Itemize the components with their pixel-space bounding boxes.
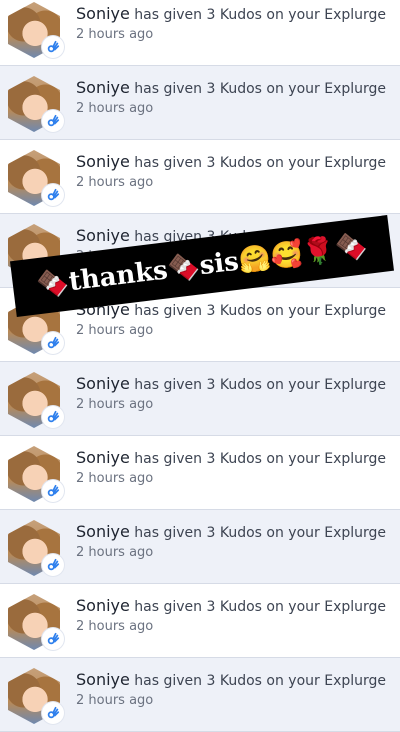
- ok-hand-icon: [42, 702, 64, 724]
- notification-item[interactable]: Soniye has given 3 Kudos on your Explurg…: [0, 436, 400, 510]
- ok-hand-icon: [42, 480, 64, 502]
- notification-list: Soniye has given 3 Kudos on your Explurg…: [0, 0, 400, 732]
- user-name[interactable]: Soniye: [76, 4, 130, 23]
- timestamp: 2 hours ago: [76, 619, 154, 634]
- notification-item[interactable]: Soniye has given 3 Kudos on your Explurg…: [0, 0, 400, 66]
- timestamp: 2 hours ago: [76, 101, 154, 116]
- notification-item[interactable]: Soniye has given 3 Kudos on your Explurg…: [0, 584, 400, 658]
- notification-text: Soniye has given 3 Kudos on your Explurg…: [76, 448, 392, 467]
- ok-hand-icon: [42, 554, 64, 576]
- notification-message: has given 3 Kudos on your Explurge: [134, 303, 387, 319]
- notification-item[interactable]: Soniye has given 3 Kudos on your Explurg…: [0, 658, 400, 732]
- notification-message: has given 3 Kudos on your Explurge: [134, 81, 387, 97]
- notification-message: has given 3 Kudos on your Explurge: [134, 377, 387, 393]
- user-name[interactable]: Soniye: [76, 670, 130, 689]
- user-name[interactable]: Soniye: [76, 78, 130, 97]
- notification-message: has given 3 Kudos on your Explurge: [134, 525, 387, 541]
- notification-text: Soniye has given 3 Kudos on your Explurg…: [76, 4, 392, 23]
- notification-message: has given 3 Kudos on your Explurge: [134, 155, 387, 171]
- notification-text: Soniye has given 3 Kudos on your Explurg…: [76, 522, 392, 541]
- user-name[interactable]: Soniye: [76, 226, 130, 245]
- timestamp: 2 hours ago: [76, 545, 154, 560]
- notification-text: Soniye has given 3 Kudos on your Explurg…: [76, 374, 392, 393]
- notification-message: has given 3 Kudos on your Explurge: [134, 7, 387, 23]
- user-name[interactable]: Soniye: [76, 522, 130, 541]
- timestamp: 2 hours ago: [76, 323, 154, 338]
- notification-item[interactable]: Soniye has given 3 Kudos on your Explurg…: [0, 140, 400, 214]
- ok-hand-icon: [42, 628, 64, 650]
- timestamp: 2 hours ago: [76, 175, 154, 190]
- notification-text: Soniye has given 3 Kudos on your Explurg…: [76, 78, 392, 97]
- timestamp: 2 hours ago: [76, 693, 154, 708]
- user-name[interactable]: Soniye: [76, 374, 130, 393]
- notification-text: Soniye has given 3 Kudos on your Explurg…: [76, 152, 392, 171]
- notification-message: has given 3 Kudos on your Explurge: [134, 673, 387, 689]
- user-name[interactable]: Soniye: [76, 596, 130, 615]
- ok-hand-icon: [42, 110, 64, 132]
- timestamp: 2 hours ago: [76, 397, 154, 412]
- timestamp: 2 hours ago: [76, 471, 154, 486]
- notification-item[interactable]: Soniye has given 3 Kudos on your Explurg…: [0, 362, 400, 436]
- notification-item[interactable]: Soniye has given 3 Kudos on your Explurg…: [0, 66, 400, 140]
- notification-item[interactable]: Soniye has given 3 Kudos on your Explurg…: [0, 510, 400, 584]
- ok-hand-icon: [42, 36, 64, 58]
- notification-message: has given 3 Kudos on your Explurge: [134, 599, 387, 615]
- timestamp: 2 hours ago: [76, 27, 154, 42]
- notification-text: Soniye has given 3 Kudos on your Explurg…: [76, 596, 392, 615]
- notification-message: has given 3 Kudos on your Explurge: [134, 451, 387, 467]
- user-name[interactable]: Soniye: [76, 448, 130, 467]
- user-name[interactable]: Soniye: [76, 152, 130, 171]
- ok-hand-icon: [42, 332, 64, 354]
- ok-hand-icon: [42, 406, 64, 428]
- notification-text: Soniye has given 3 Kudos on your Explurg…: [76, 670, 392, 689]
- ok-hand-icon: [42, 184, 64, 206]
